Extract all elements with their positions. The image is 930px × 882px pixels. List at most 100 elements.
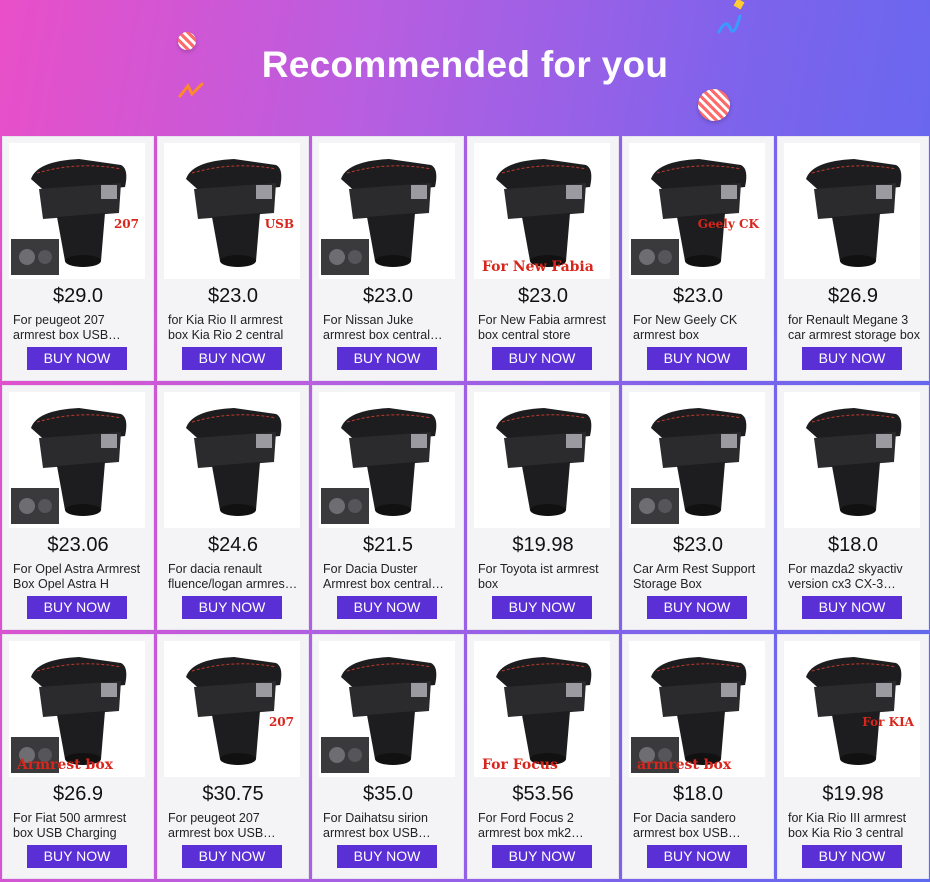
buy-now-button[interactable]: BUY NOW <box>647 845 747 868</box>
product-image[interactable] <box>474 392 610 528</box>
product-card[interactable]: armrest box $18.0 For Dacia sandero armres… <box>622 634 774 879</box>
product-price: $30.75 <box>202 783 264 805</box>
product-price: $29.0 <box>52 285 104 307</box>
product-image[interactable]: USB <box>164 143 300 279</box>
buy-now-button[interactable]: BUY NOW <box>647 596 747 619</box>
striped-ball-icon <box>698 89 730 121</box>
product-price: $19.98 <box>512 534 574 556</box>
buy-now-button[interactable]: BUY NOW <box>492 845 592 868</box>
product-image-caption: USB <box>264 217 294 231</box>
buy-now-button[interactable]: BUY NOW <box>802 845 902 868</box>
product-card[interactable]: $23.06 For Opel Astra Armrest Box Opel As… <box>2 385 154 630</box>
product-image[interactable] <box>9 392 145 528</box>
product-price: $26.9 <box>52 783 104 805</box>
product-image[interactable] <box>629 392 765 528</box>
product-grid: 207 $29.0 For peugeot 207 armrest box USB … <box>2 136 929 882</box>
product-image[interactable]: 207 <box>164 641 300 777</box>
product-image[interactable]: Geely CK <box>629 143 765 279</box>
product-price: $23.0 <box>672 534 724 556</box>
buy-now-button[interactable]: BUY NOW <box>647 347 747 370</box>
product-price: $21.5 <box>362 534 414 556</box>
product-image-caption: Geely CK <box>697 217 759 231</box>
product-image[interactable]: Armrest box <box>9 641 145 777</box>
product-price: $23.0 <box>672 285 724 307</box>
product-title[interactable]: Car Arm Rest Support Storage Box <box>633 562 765 592</box>
product-card[interactable]: $19.98 For Toyota ist armrest box BUY NOW <box>467 385 619 630</box>
buy-now-button[interactable]: BUY NOW <box>337 347 437 370</box>
product-image-caption: 207 <box>268 715 294 729</box>
product-title[interactable]: for Renault Megane 3 car armrest storage… <box>788 313 920 343</box>
buy-now-button[interactable]: BUY NOW <box>337 845 437 868</box>
product-price: $23.06 <box>47 534 109 556</box>
product-title[interactable]: For Fiat 500 armrest box USB Charging <box>13 811 145 841</box>
buy-now-button[interactable]: BUY NOW <box>27 596 127 619</box>
product-title[interactable]: For peugeot 207 armrest box USB Charging <box>13 313 145 343</box>
page-title: Recommended for you <box>261 44 669 85</box>
product-price: $26.9 <box>827 285 879 307</box>
product-image[interactable] <box>319 143 455 279</box>
product-image[interactable] <box>784 392 920 528</box>
product-card[interactable]: USB $23.0 for Kia Rio II armrest box Kia R… <box>157 136 309 381</box>
buy-now-button[interactable]: BUY NOW <box>337 596 437 619</box>
product-price: $19.98 <box>822 783 884 805</box>
product-card[interactable]: $21.5 For Dacia Duster Armrest box centra… <box>312 385 464 630</box>
product-image[interactable] <box>319 392 455 528</box>
product-title[interactable]: For New Fabia armrest box central store <box>478 313 610 343</box>
product-card[interactable]: For Focus $53.56 For Ford Focus 2 armrest … <box>467 634 619 879</box>
product-price: $24.6 <box>207 534 259 556</box>
product-image[interactable]: 207 <box>9 143 145 279</box>
product-card[interactable]: 207 $29.0 For peugeot 207 armrest box USB … <box>2 136 154 381</box>
buy-now-button[interactable]: BUY NOW <box>182 347 282 370</box>
product-image[interactable]: For Focus <box>474 641 610 777</box>
buy-now-button[interactable]: BUY NOW <box>27 347 127 370</box>
product-card[interactable]: $24.6 For dacia renault fluence/logan arm… <box>157 385 309 630</box>
product-card[interactable]: $35.0 For Daihatsu sirion armrest box USB… <box>312 634 464 879</box>
product-title[interactable]: For Ford Focus 2 armrest box mk2 central <box>478 811 610 841</box>
product-image-caption: 207 <box>113 217 139 231</box>
product-card[interactable]: $26.9 for Renault Megane 3 car armrest st… <box>777 136 929 381</box>
buy-now-button[interactable]: BUY NOW <box>492 596 592 619</box>
buy-now-button[interactable]: BUY NOW <box>182 845 282 868</box>
product-image-caption: For KIA <box>862 715 914 729</box>
buy-now-button[interactable]: BUY NOW <box>802 596 902 619</box>
product-title[interactable]: For Daihatsu sirion armrest box USB Char… <box>323 811 455 841</box>
product-card[interactable]: 207 $30.75 For peugeot 207 armrest box USB… <box>157 634 309 879</box>
product-title[interactable]: For Dacia sandero armrest box USB Chargi… <box>633 811 765 841</box>
product-price: $23.0 <box>362 285 414 307</box>
product-card[interactable]: Geely CK $23.0 For New Geely CK armrest bo… <box>622 136 774 381</box>
product-title[interactable]: For peugeot 207 armrest box USB Charging <box>168 811 300 841</box>
buy-now-button[interactable]: BUY NOW <box>802 347 902 370</box>
product-image[interactable]: For KIA <box>784 641 920 777</box>
product-image[interactable]: armrest box <box>629 641 765 777</box>
product-card[interactable]: Armrest box $26.9 For Fiat 500 armrest box… <box>2 634 154 879</box>
buy-now-button[interactable]: BUY NOW <box>182 596 282 619</box>
product-card[interactable]: For New Fabia $23.0 For New Fabia armrest … <box>467 136 619 381</box>
squiggle-icon <box>717 14 742 34</box>
product-image[interactable] <box>784 143 920 279</box>
product-title[interactable]: For mazda2 skyactiv version cx3 CX-3 arm… <box>788 562 920 592</box>
product-title[interactable]: For Toyota ist armrest box <box>478 562 610 592</box>
product-image-caption: For Focus <box>482 757 558 773</box>
product-image[interactable] <box>319 641 455 777</box>
product-title[interactable]: For Dacia Duster Armrest box central sto… <box>323 562 455 592</box>
product-price: $23.0 <box>207 285 259 307</box>
product-card[interactable]: $18.0 For mazda2 skyactiv version cx3 CX-… <box>777 385 929 630</box>
product-card[interactable]: $23.0 For Nissan Juke armrest box central… <box>312 136 464 381</box>
product-title[interactable]: For Nissan Juke armrest box central stor… <box>323 313 455 343</box>
product-title[interactable]: For New Geely CK armrest box <box>633 313 765 343</box>
buy-now-button[interactable]: BUY NOW <box>27 845 127 868</box>
product-image[interactable]: For New Fabia <box>474 143 610 279</box>
product-price: $23.0 <box>517 285 569 307</box>
product-price: $18.0 <box>827 534 879 556</box>
product-title[interactable]: for Kia Rio III armrest box Kia Rio 3 ce… <box>788 811 920 841</box>
product-image[interactable] <box>164 392 300 528</box>
product-image-caption: For New Fabia <box>482 259 594 275</box>
product-image-caption: Armrest box <box>17 757 114 773</box>
product-title[interactable]: for Kia Rio II armrest box Kia Rio 2 cen… <box>168 313 300 343</box>
product-card[interactable]: $23.0 Car Arm Rest Support Storage Box BUY… <box>622 385 774 630</box>
buy-now-button[interactable]: BUY NOW <box>492 347 592 370</box>
recommended-header: Recommended for you <box>0 0 930 136</box>
product-title[interactable]: For dacia renault fluence/logan armrest … <box>168 562 300 592</box>
product-title[interactable]: For Opel Astra Armrest Box Opel Astra H <box>13 562 145 592</box>
product-card[interactable]: For KIA $19.98 for Kia Rio III armrest box… <box>777 634 929 879</box>
